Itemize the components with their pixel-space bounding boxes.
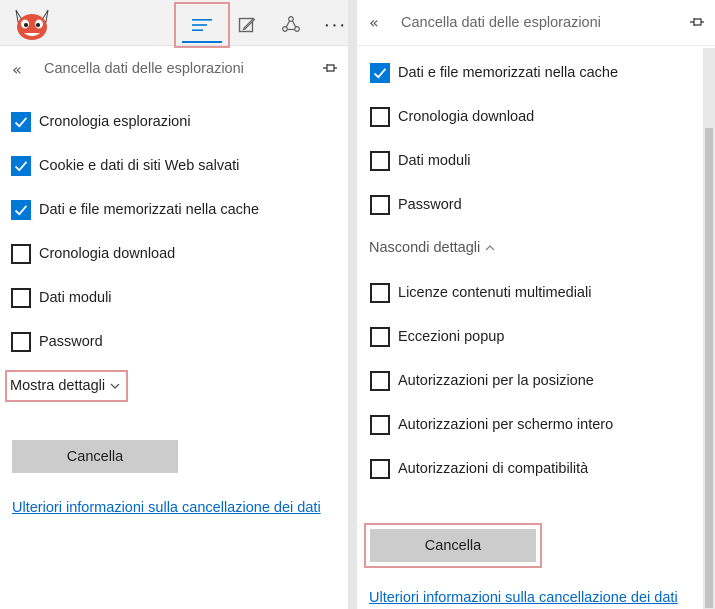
more-options-button[interactable]: ··· (308, 3, 348, 47)
checkbox-row[interactable]: Autorizzazioni per la posizione (370, 369, 594, 393)
checkbox-unchecked[interactable] (370, 459, 390, 479)
hub-lines-icon (192, 19, 212, 31)
checkbox-label: Password (39, 334, 103, 350)
checkbox-unchecked[interactable] (11, 288, 31, 308)
checkbox-row[interactable]: Cronologia esplorazioni (11, 110, 191, 134)
chevron-up-icon (485, 245, 495, 251)
checkbox-unchecked[interactable] (11, 332, 31, 352)
checkbox-row[interactable]: Cronologia download (11, 242, 175, 266)
browser-toolbar: ··· (0, 0, 348, 48)
checkbox-label: Cronologia esplorazioni (39, 114, 191, 130)
checkbox-row[interactable]: Dati e file memorizzati nella cache (11, 198, 259, 222)
checkbox-label: Autorizzazioni di compatibilità (398, 461, 589, 477)
checkmark-icon (14, 205, 28, 216)
web-note-icon (238, 17, 256, 33)
checkbox-label: Dati e file memorizzati nella cache (39, 202, 260, 218)
panel-title: Cancella dati delle esplorazioni (44, 61, 244, 77)
more-info-link[interactable]: Ulteriori informazioni sulla cancellazio… (369, 590, 678, 606)
checkbox-label: Cronologia download (39, 246, 176, 262)
checkbox-unchecked[interactable] (370, 195, 390, 215)
checkbox-row[interactable]: Dati e file memorizzati nella cache (370, 61, 618, 85)
clear-button[interactable]: Cancella (370, 529, 536, 562)
checkmark-icon (14, 117, 28, 128)
pin-icon[interactable] (322, 61, 338, 75)
checkbox-row[interactable]: Password (11, 330, 103, 354)
checkbox-unchecked[interactable] (370, 371, 390, 391)
checkbox-label: Cookie e dati di siti Web salvati (39, 158, 240, 174)
checkmark-icon (14, 161, 28, 172)
show-details-label: Mostra dettagli (10, 378, 106, 394)
checkbox-label: Password (398, 197, 462, 213)
panel-header: « Cancella dati delle esplorazioni (0, 46, 348, 92)
checkbox-checked[interactable] (11, 112, 31, 132)
checkbox-row[interactable]: Cronologia download (370, 105, 534, 129)
checkbox-row[interactable]: Eccezioni popup (370, 325, 504, 349)
hide-details-label: Nascondi dettagli (369, 240, 481, 256)
checkbox-checked[interactable] (370, 63, 390, 83)
show-details-toggle[interactable]: Mostra dettagli (5, 370, 129, 402)
checkbox-row[interactable]: Password (370, 193, 462, 217)
checkbox-row[interactable]: Autorizzazioni per schermo intero (370, 413, 613, 437)
checkbox-label: Dati e file memorizzati nella cache (398, 65, 619, 81)
checkbox-checked[interactable] (11, 156, 31, 176)
checkbox-label: Autorizzazioni per schermo intero (398, 417, 614, 433)
back-button[interactable]: « (12, 60, 22, 79)
scrollbar-thumb[interactable] (705, 128, 713, 608)
checkbox-row[interactable]: Dati moduli (370, 149, 471, 173)
checkbox-row[interactable]: Cookie e dati di siti Web salvati (11, 154, 239, 178)
share-icon (282, 16, 300, 32)
checkbox-unchecked[interactable] (370, 327, 390, 347)
checkbox-label: Dati moduli (398, 153, 471, 169)
active-indicator (182, 41, 222, 43)
panel-title: Cancella dati delle esplorazioni (401, 14, 601, 31)
checkbox-label: Cronologia download (398, 109, 535, 125)
checkbox-checked[interactable] (11, 200, 31, 220)
checkbox-unchecked[interactable] (370, 415, 390, 435)
checkbox-unchecked[interactable] (370, 283, 390, 303)
checkbox-label: Autorizzazioni per la posizione (398, 373, 594, 389)
clear-button-highlight: Cancella (364, 523, 542, 568)
checkbox-row[interactable]: Dati moduli (11, 286, 112, 310)
checkbox-label: Eccezioni popup (398, 329, 505, 345)
pin-icon[interactable] (689, 15, 705, 29)
checkbox-row[interactable]: Licenze contenuti multimediali (370, 281, 591, 305)
back-button[interactable]: « (369, 13, 379, 32)
checkbox-unchecked[interactable] (370, 107, 390, 127)
more-info-link[interactable]: Ulteriori informazioni sulla cancellazio… (12, 500, 321, 516)
hide-details-toggle[interactable]: Nascondi dettagli (369, 240, 495, 256)
mascot-logo-icon (10, 6, 54, 42)
checkbox-unchecked[interactable] (370, 151, 390, 171)
checkmark-icon (373, 68, 387, 79)
left-settings-panel: ··· « Cancella dati delle esplorazioni C… (0, 0, 348, 609)
checkbox-row[interactable]: Autorizzazioni di compatibilità (370, 457, 588, 481)
checkbox-label: Dati moduli (39, 290, 112, 306)
checkbox-label: Licenze contenuti multimediali (398, 285, 592, 301)
clear-button[interactable]: Cancella (12, 440, 178, 473)
panel-header: « Cancella dati delle esplorazioni (357, 0, 715, 46)
chevron-down-icon (110, 383, 120, 389)
scrollbar[interactable] (703, 48, 715, 609)
right-settings-panel: « Cancella dati delle esplorazioni Dati … (357, 0, 715, 609)
checkbox-unchecked[interactable] (11, 244, 31, 264)
